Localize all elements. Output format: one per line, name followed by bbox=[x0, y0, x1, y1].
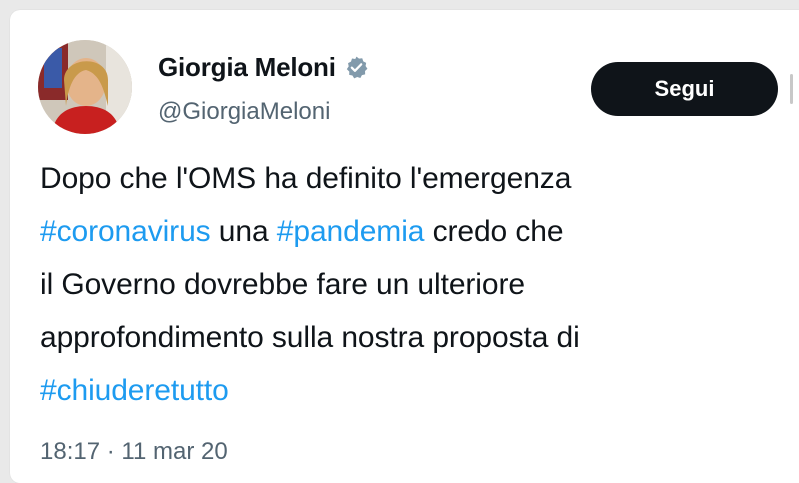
tweet-text-segment: approfondimento sulla nostra proposta di bbox=[40, 321, 580, 354]
user-handle[interactable]: @GiorgiaMeloni bbox=[158, 98, 330, 126]
tweet-card: Giorgia Meloni @GiorgiaMeloni Segui Dopo… bbox=[10, 10, 799, 483]
display-name[interactable]: Giorgia Meloni bbox=[158, 52, 336, 83]
verified-badge-icon bbox=[344, 55, 369, 80]
tweet-line: approfondimento sulla nostra proposta di bbox=[40, 311, 780, 364]
tweet-date: 11 mar 20 bbox=[121, 438, 228, 465]
tweet-line: #chiuderetutto bbox=[40, 364, 780, 417]
hashtag-link[interactable]: #coronavirus bbox=[40, 215, 211, 248]
hashtag-link[interactable]: #chiuderetutto bbox=[40, 374, 229, 407]
name-row: Giorgia Meloni bbox=[158, 52, 369, 83]
avatar[interactable] bbox=[38, 40, 132, 134]
scroll-edge bbox=[790, 74, 793, 104]
timestamp-separator: · bbox=[106, 438, 115, 465]
tweet-text-segment: una bbox=[210, 215, 277, 248]
tweet-header: Giorgia Meloni @GiorgiaMeloni Segui bbox=[10, 10, 799, 134]
tweet-text-segment: il Governo dovrebbe fare un ulteriore bbox=[40, 268, 525, 301]
tweet-timestamp[interactable]: 18:17 · 11 mar 20 bbox=[40, 438, 228, 466]
tweet-text-segment: Dopo che l'OMS ha definito l'emergenza bbox=[40, 162, 572, 195]
tweet-text-segment: credo che bbox=[424, 215, 564, 248]
tweet-line: Dopo che l'OMS ha definito l'emergenza bbox=[40, 152, 780, 205]
tweet-line: il Governo dovrebbe fare un ulteriore bbox=[40, 258, 780, 311]
hashtag-link[interactable]: #pandemia bbox=[277, 215, 425, 248]
tweet-time: 18:17 bbox=[40, 438, 101, 465]
tweet-text: Dopo che l'OMS ha definito l'emergenza #c… bbox=[40, 152, 780, 417]
follow-button[interactable]: Segui bbox=[591, 62, 778, 116]
tweet-line: #coronavirus una #pandemia credo che bbox=[40, 205, 780, 258]
